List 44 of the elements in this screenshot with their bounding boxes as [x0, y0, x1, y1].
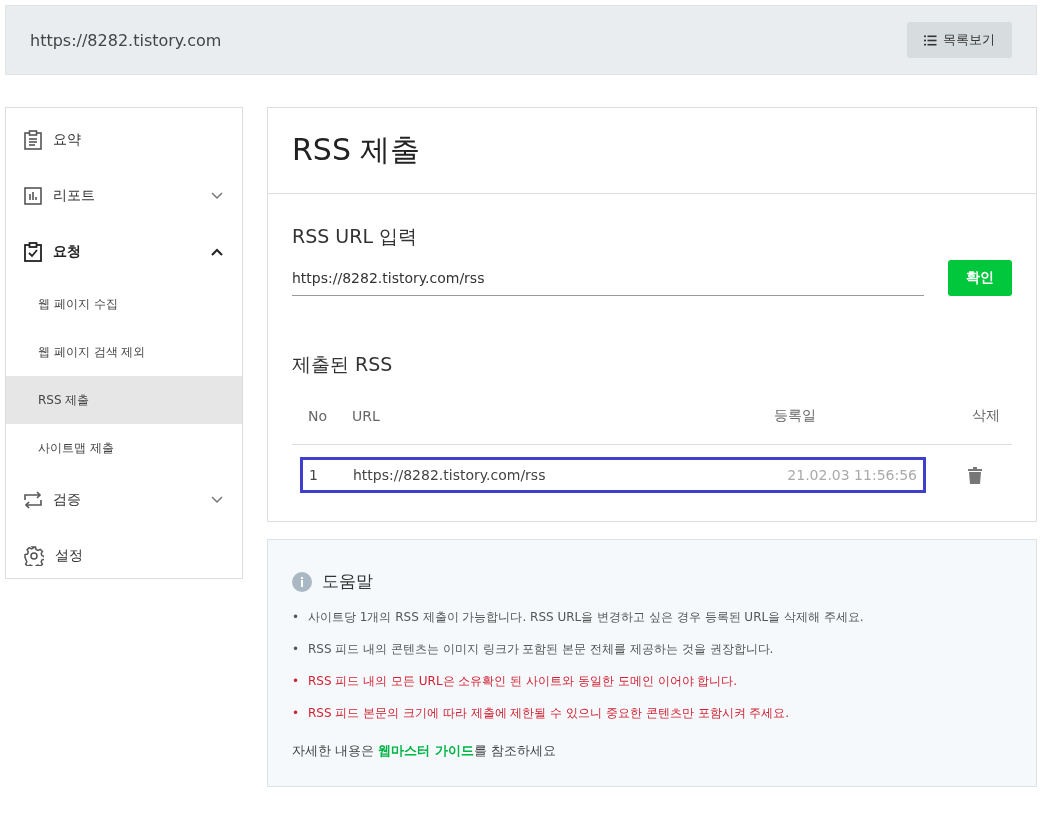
- bullet: •: [292, 673, 301, 690]
- help-item: RSS 피드 내의 콘텐츠는 이미지 링크가 포함된 본문 전체를 제공하는 것을 권장합니다.: [308, 641, 774, 658]
- clipboard-icon: [24, 130, 42, 150]
- sidebar-item[interactable]: 설정: [6, 528, 242, 584]
- section-heading: 제출된 RSS: [292, 352, 394, 377]
- swap-arrows-icon: [24, 491, 42, 509]
- rss-url-input[interactable]: https://8282.tistory.com/rss: [292, 260, 924, 296]
- column-header: No: [308, 408, 329, 424]
- help-item: RSS 피드 본문의 크기에 따라 제출에 제한될 수 있으니 중요한 콘텐츠만 포함시켜 주세요.: [308, 705, 790, 722]
- table-cell-text: 1: [309, 467, 319, 483]
- site-url: https://8282.tistory.com: [30, 30, 222, 50]
- column-header: URL: [352, 408, 381, 424]
- table-cell: 21.02.03 11:56:56: [787, 467, 917, 483]
- section-heading: RSS URL 입력: [292, 224, 419, 249]
- settings-icon: [24, 546, 44, 566]
- list-icon: [924, 34, 937, 46]
- bullet: •: [292, 705, 301, 722]
- bullet: •: [292, 641, 301, 658]
- help-item: RSS 피드 내의 모든 URL은 소유확인 된 사이트와 동일한 도메인 이어야 합니다.: [308, 673, 738, 690]
- help-item: 사이트당 1개의 RSS 제출이 가능합니다. RSS URL을 변경하고 싶은 경우 등록된 URL을 삭제해 주세요.: [308, 609, 864, 626]
- table-cell-text: https://8282.tistory.com/rss: [353, 467, 547, 483]
- chevron-down-icon: [211, 496, 223, 504]
- clipboard-check-icon: [24, 242, 42, 262]
- submenu-item[interactable]: 사이트맵 제출: [6, 424, 242, 472]
- help-title: 도움말: [322, 570, 373, 593]
- column-header: 삭제: [972, 407, 1001, 425]
- chevron-down-icon: [211, 192, 223, 200]
- sidebar-item[interactable]: 요약: [6, 112, 242, 168]
- sidebar-item[interactable]: 검증: [6, 472, 242, 528]
- submenu-item[interactable]: 웹 페이지 수집: [6, 280, 242, 328]
- trash-icon: [968, 466, 982, 484]
- sidebar-item[interactable]: 리포트: [6, 168, 242, 224]
- list-view-button[interactable]: 목록보기: [907, 22, 1012, 58]
- bullet: •: [292, 609, 301, 626]
- chevron-up-icon: [211, 248, 223, 256]
- delete-button[interactable]: [966, 464, 984, 486]
- help-footer-text: 자세한 내용은 웹마스터 가이드를 참조하세요: [292, 742, 557, 760]
- submenu-item[interactable]: 웹 페이지 검색 제외: [6, 328, 242, 376]
- column-header: 등록일: [774, 407, 817, 425]
- sidebar-item[interactable]: 요청: [6, 224, 242, 280]
- submenu-item[interactable]: RSS 제출: [6, 376, 242, 424]
- bar-chart-icon: [24, 187, 42, 205]
- info-icon: [292, 571, 312, 592]
- page-title: RSS 제출: [268, 108, 1036, 194]
